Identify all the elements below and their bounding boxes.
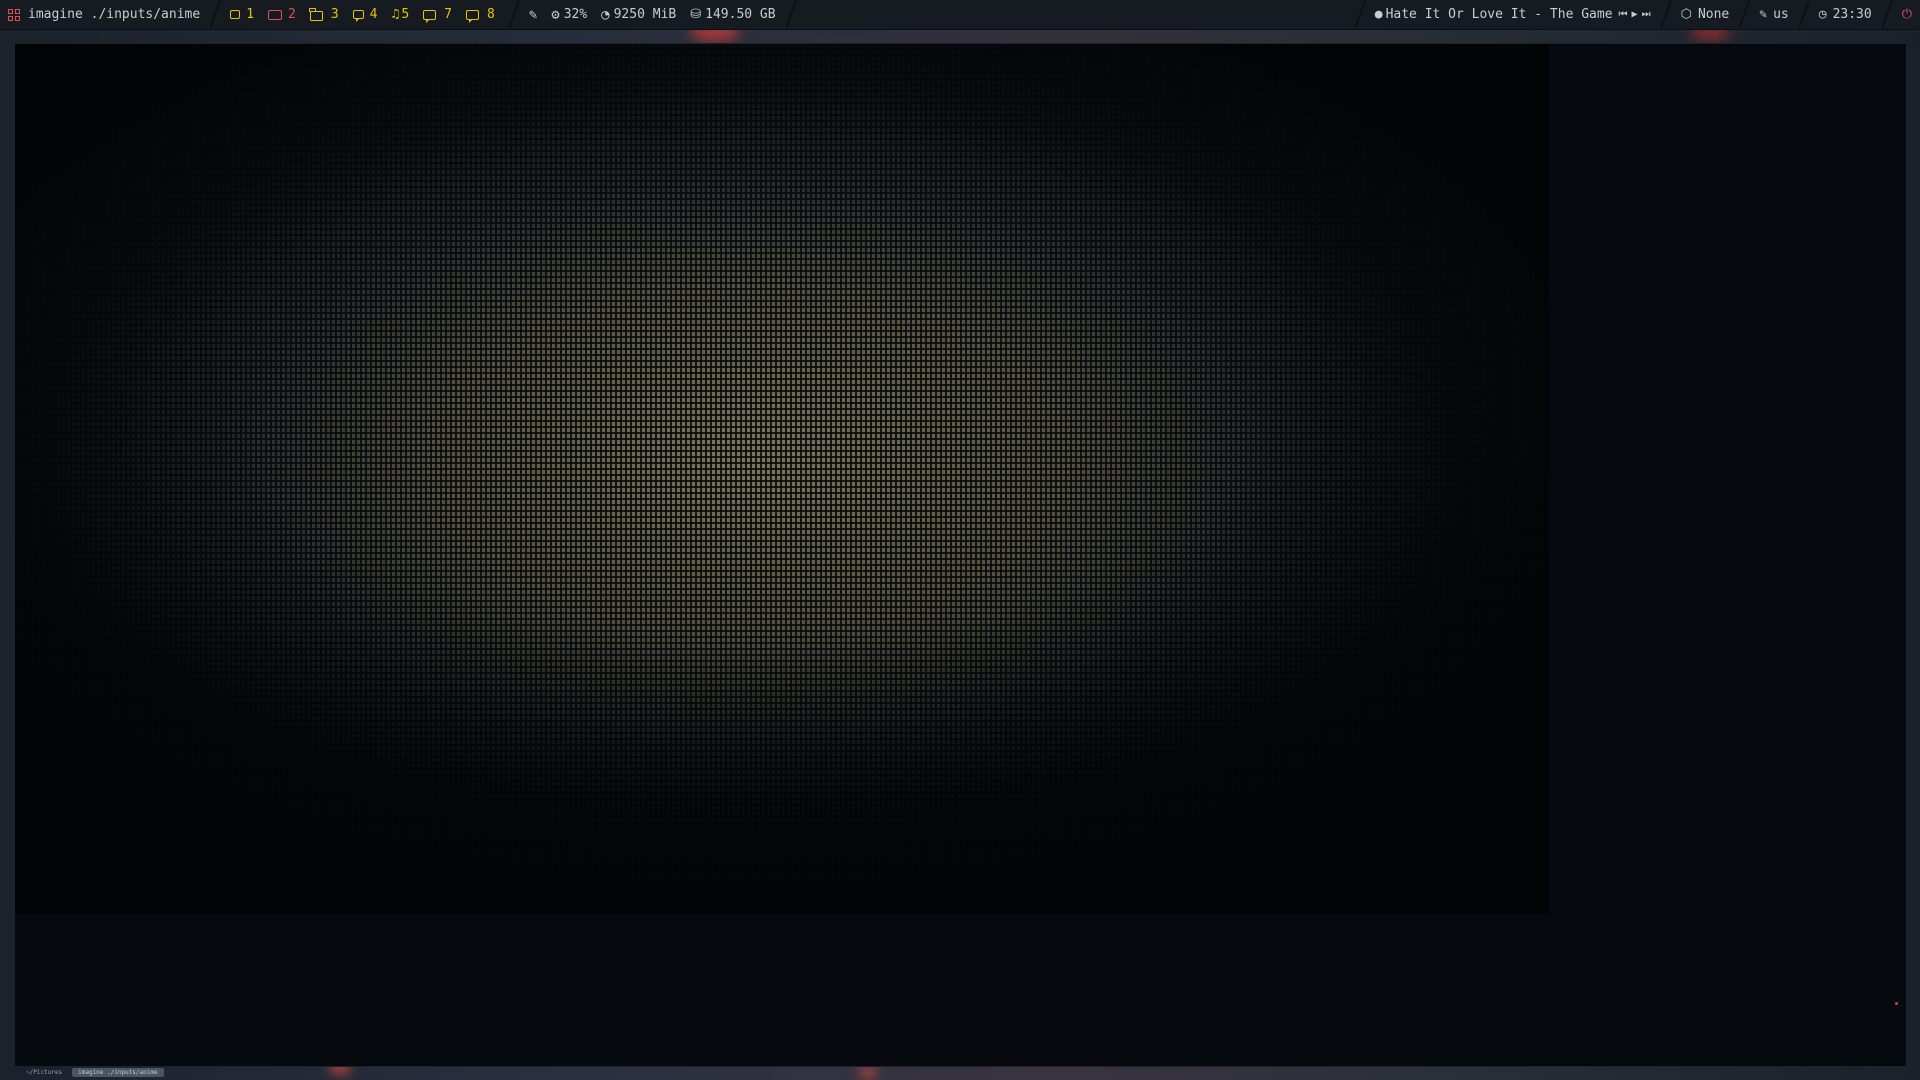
network-value: None — [1697, 7, 1730, 22]
keyboard-layout-value: us — [1773, 7, 1789, 22]
memory-usage: 9250 MiB — [613, 7, 677, 22]
cpu-icon: ⚙ — [551, 6, 560, 23]
workspace-8[interactable]: 8 — [465, 7, 495, 23]
disk-icon: ⛁ — [690, 7, 702, 22]
clock-time: 23:30 — [1832, 7, 1872, 22]
window-title-segment: imagine ./inputs/anime — [0, 0, 210, 29]
box-icon — [268, 9, 283, 20]
terminal-window[interactable] — [14, 43, 1907, 1067]
grid-icon[interactable] — [8, 8, 20, 21]
system-stats: ✎ ⚙ 32% ◔ 9250 MiB ⛁ 149.50 GB — [519, 0, 786, 29]
workspace-list: 1 2 3 4 ♫ 5 7 8 — [220, 0, 509, 29]
tab-strip: ~/Pictures imagine ./inputs/anime — [14, 1065, 1905, 1080]
workspace-1[interactable]: 1 — [230, 7, 254, 22]
power-icon: ⏻ — [1901, 7, 1912, 22]
media-player: ● Hate It Or Love It - The Game ⏮ ▶ ⏭ — [1365, 0, 1661, 29]
scroll-indicator — [1895, 1002, 1898, 1005]
segment-divider — [210, 0, 221, 29]
segment-divider — [1739, 0, 1750, 29]
segment-divider — [1881, 0, 1892, 29]
segment-divider — [785, 0, 796, 29]
clock: ◷ 23:30 — [1809, 0, 1882, 29]
memory-icon: ◔ — [601, 6, 610, 23]
music-note-icon: ♫ — [391, 7, 400, 22]
segment-divider — [508, 0, 519, 29]
tab-path[interactable]: ~/Pictures — [14, 1069, 72, 1076]
chat-icon — [352, 10, 364, 22]
ascii-art-image — [15, 44, 1549, 914]
status-bar: imagine ./inputs/anime 1 2 3 4 ♫ 5 7 8 ✎… — [0, 0, 1920, 30]
cpu-usage: 32% — [563, 7, 588, 22]
tab-command[interactable]: imagine ./inputs/anime — [72, 1068, 164, 1077]
segment-divider — [1354, 0, 1365, 29]
network-cube-icon: ⬡ — [1680, 7, 1692, 22]
chat-icon — [465, 9, 479, 23]
workspace-5[interactable]: ♫ 5 — [392, 7, 410, 22]
clock-icon: ◷ — [1818, 7, 1827, 22]
media-prev-button[interactable]: ⏮ — [1619, 9, 1628, 20]
workspace-4[interactable]: 4 — [352, 7, 378, 22]
window-title: imagine ./inputs/anime — [28, 7, 201, 22]
media-next-button[interactable]: ⏭ — [1642, 9, 1651, 20]
keyboard-layout[interactable]: ✎ us — [1749, 0, 1798, 29]
folder-icon — [308, 7, 323, 21]
network-status[interactable]: ⬡ None — [1671, 0, 1740, 29]
segment-divider — [1798, 0, 1809, 29]
workspace-7[interactable]: 7 — [423, 7, 452, 23]
feather-icon[interactable]: ✎ — [529, 7, 537, 23]
workspace-3[interactable]: 3 — [308, 7, 339, 22]
media-play-button[interactable]: ▶ — [1632, 9, 1638, 20]
media-track: Hate It Or Love It - The Game — [1385, 7, 1613, 22]
media-status-icon: ● — [1374, 7, 1383, 22]
power-button[interactable]: ⏻ — [1892, 0, 1920, 29]
disk-usage: 149.50 GB — [705, 7, 776, 22]
monitor-icon — [423, 9, 437, 23]
pencil-icon: ✎ — [1759, 7, 1768, 22]
segment-divider — [1660, 0, 1671, 29]
workspace-2[interactable]: 2 — [268, 7, 296, 22]
box-icon — [230, 10, 241, 19]
